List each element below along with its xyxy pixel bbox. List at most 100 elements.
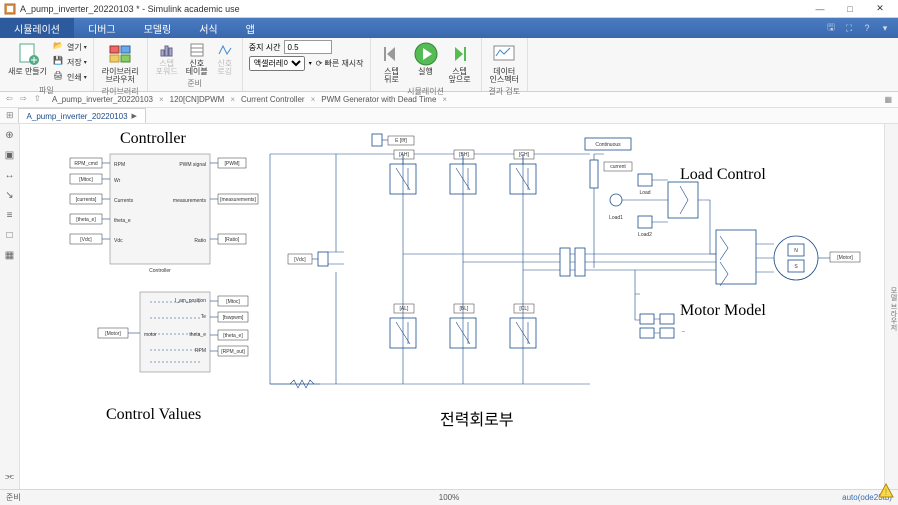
svg-text:Currents: Currents <box>114 198 134 204</box>
tool-arrow[interactable]: ↘ <box>3 188 17 202</box>
controller-out-tags[interactable]: [PWM] [measurements] [Ratio] <box>210 158 258 244</box>
group-prep-label: 준비 <box>154 78 236 89</box>
tool-box[interactable]: □ <box>3 228 17 242</box>
tab-modeling[interactable]: 모델링 <box>130 18 186 38</box>
bc-2[interactable]: Current Controller <box>237 95 309 104</box>
svg-text:[currents]: [currents] <box>76 197 97 203</box>
l1: 스텝 포워드 <box>156 60 178 76</box>
svg-text:[theta_e]: [theta_e] <box>76 217 96 223</box>
tool-fit[interactable]: ▣ <box>3 148 17 162</box>
controller-block[interactable]: Controller RPM Wr Currents theta_e Vdc P… <box>110 154 210 274</box>
save-button[interactable]: 💾저장▾ <box>53 55 87 69</box>
save-label: 저장 <box>67 57 82 68</box>
status-left: 준비 <box>6 492 301 503</box>
inspector-icon <box>491 41 517 67</box>
svg-text:N: N <box>794 248 798 254</box>
tab-debug[interactable]: 디버그 <box>74 18 130 38</box>
load-control[interactable]: Load Load1 Load2 <box>609 174 716 254</box>
collapse-icon[interactable]: ▾ <box>878 21 892 35</box>
svg-text:[Motor]: [Motor] <box>837 255 853 261</box>
mode-select[interactable]: 액셀러레이터 <box>249 56 305 71</box>
step-back-button[interactable]: 스텝 뒤로 <box>377 40 407 85</box>
library-icon <box>107 41 133 67</box>
up-icon[interactable]: ⇧ <box>34 94 46 106</box>
panel-handle[interactable]: 모델 브라우저 <box>888 287 898 331</box>
bc-0[interactable]: A_pump_inverter_20220103 <box>48 95 157 104</box>
maximize-button[interactable]: □ <box>836 2 864 16</box>
fwd-icon[interactable]: ⇨ <box>20 94 32 106</box>
svg-text:Load2: Load2 <box>638 232 652 238</box>
svg-text:[RPM_out]: [RPM_out] <box>221 349 245 355</box>
back-icon[interactable]: ⇦ <box>6 94 18 106</box>
window-title: A_pump_inverter_20220103 * - Simulink ac… <box>20 4 806 14</box>
power-circuit[interactable]: [Vdc] [AH] [BH] [CH] <box>270 134 590 388</box>
fast-restart-button[interactable]: ⟳빠른 재시작 <box>316 57 364 70</box>
stoptime-input[interactable] <box>284 40 332 54</box>
minimize-button[interactable]: — <box>806 2 834 16</box>
l2: 신호 테이블 <box>186 60 208 76</box>
sigtable-button[interactable]: 신호 테이블 <box>184 40 210 77</box>
fullscreen-icon[interactable]: ⛶ <box>842 21 856 35</box>
svg-text:[AH]: [AH] <box>399 152 409 158</box>
control-values-block[interactable]: I_am_position Te theta_e RPM motor <box>140 292 210 372</box>
l3: 신호 로깅 <box>217 60 232 76</box>
svg-text:Load: Load <box>639 190 650 196</box>
current-meas[interactable]: current <box>585 154 635 270</box>
chevron-right-icon: ▶ <box>132 112 137 120</box>
run-button[interactable]: 실행 <box>411 40 441 77</box>
bc-1[interactable]: 120[CN]DPWM <box>166 95 229 104</box>
step-fwd-button[interactable]: 스텝 앞으로 <box>445 40 475 85</box>
svg-text:I_am_position: I_am_position <box>175 298 206 304</box>
tool-zoom[interactable]: ⊕ <box>3 128 17 142</box>
close-button[interactable]: ✕ <box>866 2 894 16</box>
powergui-block[interactable]: Continuous <box>585 138 631 150</box>
ribbon: 새로 만들기 📂열기▾ 💾저장▾ 🖨인쇄▾ 파일 라이브러리 브라우저 라이브러… <box>0 38 898 92</box>
restart-icon: ⟳ <box>316 59 323 68</box>
controller-in-tags[interactable]: RPM_cmd [Mtoc] [currents] [theta_e] [Vdc… <box>70 158 110 244</box>
siglog-button[interactable]: 신호 로깅 <box>214 40 236 77</box>
svg-text:RPM_cmd: RPM_cmd <box>74 161 98 167</box>
svg-text:Continuous: Continuous <box>595 142 621 148</box>
status-solver[interactable]: auto(ode23tb) <box>597 493 892 502</box>
tool-eq[interactable]: ≡ <box>3 208 17 222</box>
motor-model[interactable]: N S [Motor] – <box>635 230 860 338</box>
tab-format[interactable]: 서식 <box>185 18 231 38</box>
model-tab[interactable]: A_pump_inverter_20220103▶ <box>18 108 146 123</box>
tool-pan[interactable]: ↔ <box>3 168 17 182</box>
left-toolbar: ⊕ ▣ ↔ ↘ ≡ □ ▦ ⫘ <box>0 124 20 489</box>
svg-text:–: – <box>682 329 685 335</box>
breadcrumb-tag: ▦ <box>884 95 892 104</box>
step-fwd-icon <box>447 41 473 67</box>
tab-row: ⊞ A_pump_inverter_20220103▶ <box>0 108 898 124</box>
open-button[interactable]: 📂열기▾ <box>53 40 87 54</box>
print-label: 인쇄 <box>67 72 82 83</box>
shortcut-icon[interactable]: 🖫 <box>824 21 838 35</box>
stepfwd-button[interactable]: 스텝 포워드 <box>154 40 180 77</box>
tool-split[interactable]: ⫘ <box>3 469 17 483</box>
svg-text:[BL]: [BL] <box>460 306 470 312</box>
new-button[interactable]: 새로 만들기 <box>6 40 49 77</box>
bc-3[interactable]: PWM Generator with Dead Time <box>317 95 440 104</box>
print-button[interactable]: 🖨인쇄▾ <box>53 70 87 84</box>
save-icon: 💾 <box>53 56 65 68</box>
svg-text:[PWM]: [PWM] <box>225 161 241 167</box>
statusbar: 준비 100% auto(ode23tb) <box>0 489 898 505</box>
tab-apps[interactable]: 앱 <box>232 18 269 38</box>
run-label: 실행 <box>418 68 433 76</box>
svg-text:!: ! <box>885 487 888 497</box>
tool-img[interactable]: ▦ <box>3 248 17 262</box>
library-browser-button[interactable]: 라이브러리 브라우저 <box>100 40 141 85</box>
help-icon[interactable]: ? <box>860 21 874 35</box>
tab-simulation[interactable]: 시뮬레이션 <box>0 18 74 38</box>
svg-text:[AL]: [AL] <box>400 306 410 312</box>
chart-icon <box>158 41 176 59</box>
status-zoom[interactable]: 100% <box>301 493 596 502</box>
diagram-svg: Controller RPM Wr Currents theta_e Vdc P… <box>20 124 884 489</box>
new-label: 새로 만들기 <box>8 68 47 76</box>
svg-text:theta_e: theta_e <box>189 332 206 338</box>
canvas[interactable]: Controller Control Values 전력회로부 Load Con… <box>20 124 884 489</box>
table-icon <box>188 41 206 59</box>
print-icon: 🖨 <box>53 71 65 83</box>
data-inspector-button[interactable]: 데이터 인스펙터 <box>488 40 521 85</box>
svg-text:RPM: RPM <box>114 162 125 168</box>
